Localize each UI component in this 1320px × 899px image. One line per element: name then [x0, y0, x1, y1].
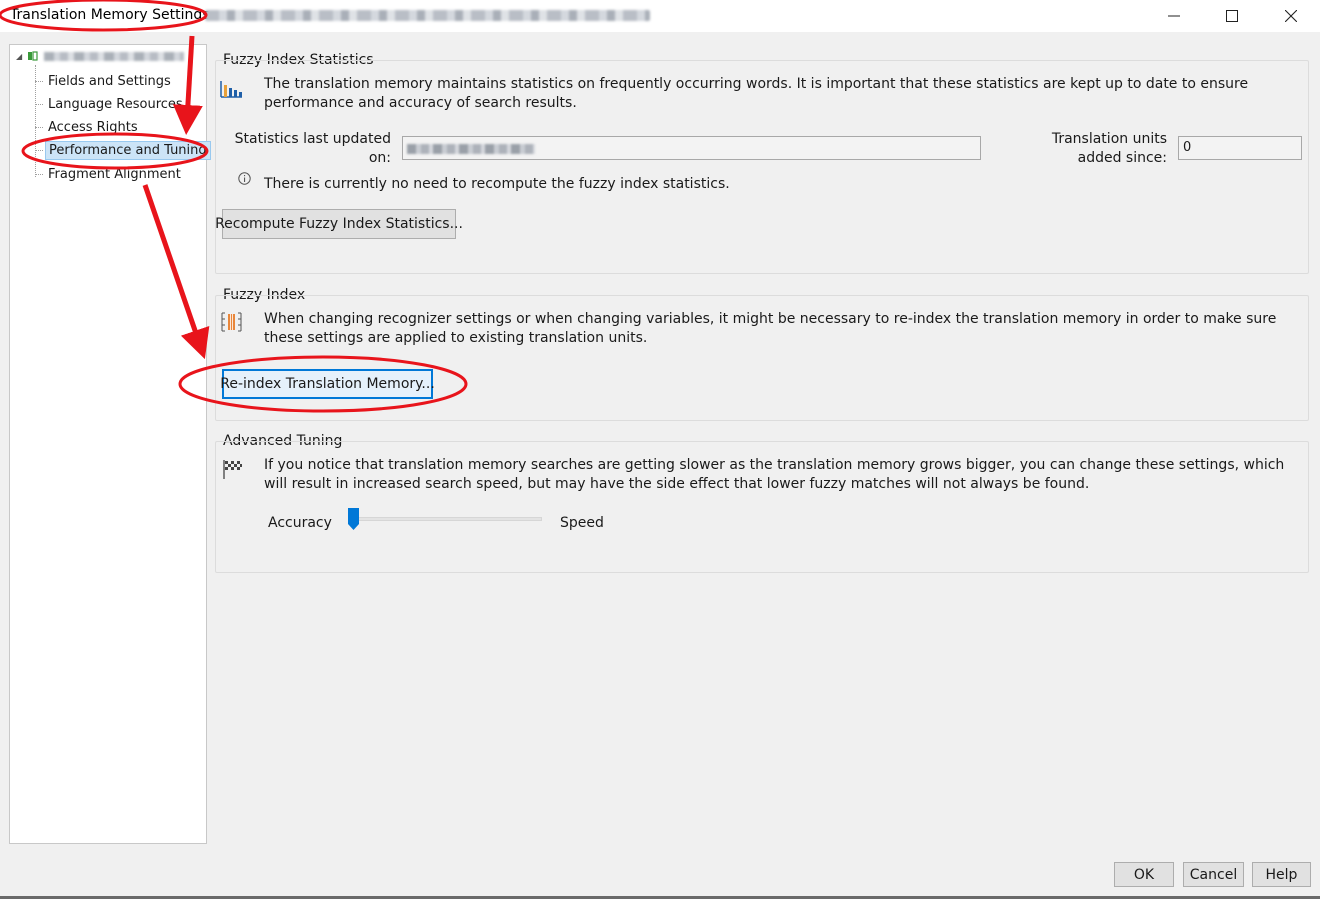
close-icon	[1285, 10, 1297, 22]
maximize-button[interactable]	[1203, 0, 1261, 32]
tree-item-fields-and-settings[interactable]: Fields and Settings	[35, 72, 174, 91]
cancel-button[interactable]: Cancel	[1183, 862, 1244, 887]
tree-item-language-resources[interactable]: Language Resources	[35, 95, 186, 114]
reindex-translation-memory-button[interactable]: Re-index Translation Memory...	[220, 369, 435, 399]
statistics-last-updated-field[interactable]	[402, 136, 981, 160]
statistics-chart-icon	[220, 81, 242, 98]
tree-item-performance-and-tuning[interactable]: Performance and Tuning	[35, 141, 211, 160]
minimize-button[interactable]	[1145, 0, 1203, 32]
settings-tree: ◢ Fields and Settings Language Resources…	[9, 44, 211, 844]
fuzzy-index-description: When changing recognizer settings or whe…	[264, 311, 1277, 346]
advanced-tuning-description: If you notice that translation memory se…	[264, 457, 1285, 492]
collapse-arrow-icon[interactable]: ◢	[16, 52, 26, 61]
window-title: Translation Memory Settings	[10, 7, 210, 23]
ok-button[interactable]: OK	[1114, 862, 1174, 887]
recompute-info-text: There is currently no need to recompute …	[264, 176, 730, 192]
accuracy-speed-slider-track[interactable]	[348, 517, 542, 521]
fuzzy-index-statistics-description: The translation memory maintains statist…	[264, 76, 1249, 111]
tree-item-fragment-alignment[interactable]: Fragment Alignment	[35, 165, 184, 184]
accuracy-speed-slider-thumb[interactable]	[348, 508, 359, 530]
checkered-flag-icon	[223, 460, 242, 479]
translation-units-added-label: Translation units added since:	[1051, 131, 1167, 166]
tree-item-access-rights[interactable]: Access Rights	[35, 118, 141, 137]
statistics-last-updated-label: Statistics last updated on:	[234, 131, 391, 166]
title-bar: Translation Memory Settings	[0, 0, 1320, 32]
window-title-path-redacted	[205, 10, 650, 21]
translation-memory-icon	[28, 51, 38, 61]
tree-root-label-redacted	[44, 51, 184, 61]
recompute-fuzzy-index-statistics-button[interactable]: Recompute Fuzzy Index Statistics...	[215, 209, 463, 239]
help-button[interactable]: Help	[1252, 862, 1311, 887]
statistics-last-updated-value-redacted	[407, 144, 535, 154]
maximize-icon	[1226, 10, 1238, 22]
minimize-icon	[1168, 15, 1180, 17]
info-icon	[238, 172, 251, 185]
slider-speed-label: Speed	[560, 515, 604, 531]
slider-accuracy-label: Accuracy	[268, 515, 332, 531]
translation-units-added-field[interactable]: 0	[1178, 136, 1302, 160]
close-button[interactable]	[1262, 0, 1320, 32]
reindex-icon	[221, 312, 242, 332]
tree-root-node[interactable]: ◢	[16, 51, 184, 61]
